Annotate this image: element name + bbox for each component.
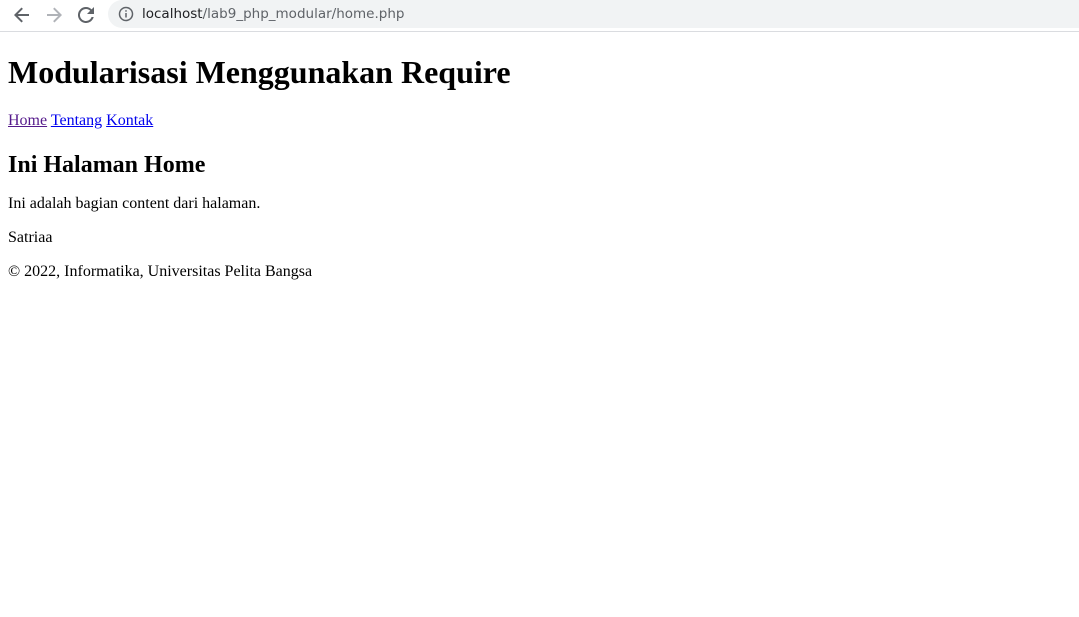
content-text: Ini adalah bagian content dari halaman.	[8, 195, 261, 212]
nav-link-tentang[interactable]: Tentang	[51, 112, 102, 129]
address-bar[interactable]: localhost/lab9_php_modular/home.php	[108, 0, 1079, 28]
url-host: localhost	[142, 6, 203, 22]
reload-icon	[78, 7, 94, 23]
author-name: Satriaa	[8, 229, 53, 246]
browser-toolbar: localhost/lab9_php_modular/home.php	[0, 0, 1079, 32]
section-heading: Ini Halaman Home	[8, 152, 206, 178]
url-text[interactable]: localhost/lab9_php_modular/home.php	[142, 6, 404, 22]
nav-link-home[interactable]: Home	[8, 112, 47, 129]
info-icon[interactable]	[118, 6, 134, 22]
page-title: Modularisasi Menggunakan Require	[8, 54, 511, 90]
back-button[interactable]	[10, 3, 34, 27]
page-content: Modularisasi Menggunakan Require Home Te…	[8, 33, 1071, 281]
arrow-right-icon	[47, 7, 62, 23]
forward-button[interactable]	[42, 3, 66, 27]
url-path: /lab9_php_modular/home.php	[202, 6, 405, 22]
reload-button[interactable]	[74, 3, 98, 27]
arrow-left-icon	[14, 7, 29, 23]
nav-link-kontak[interactable]: Kontak	[106, 112, 153, 129]
nav-menu: Home Tentang Kontak	[8, 112, 1071, 130]
footer-text: © 2022, Informatika, Universitas Pelita …	[8, 263, 313, 280]
